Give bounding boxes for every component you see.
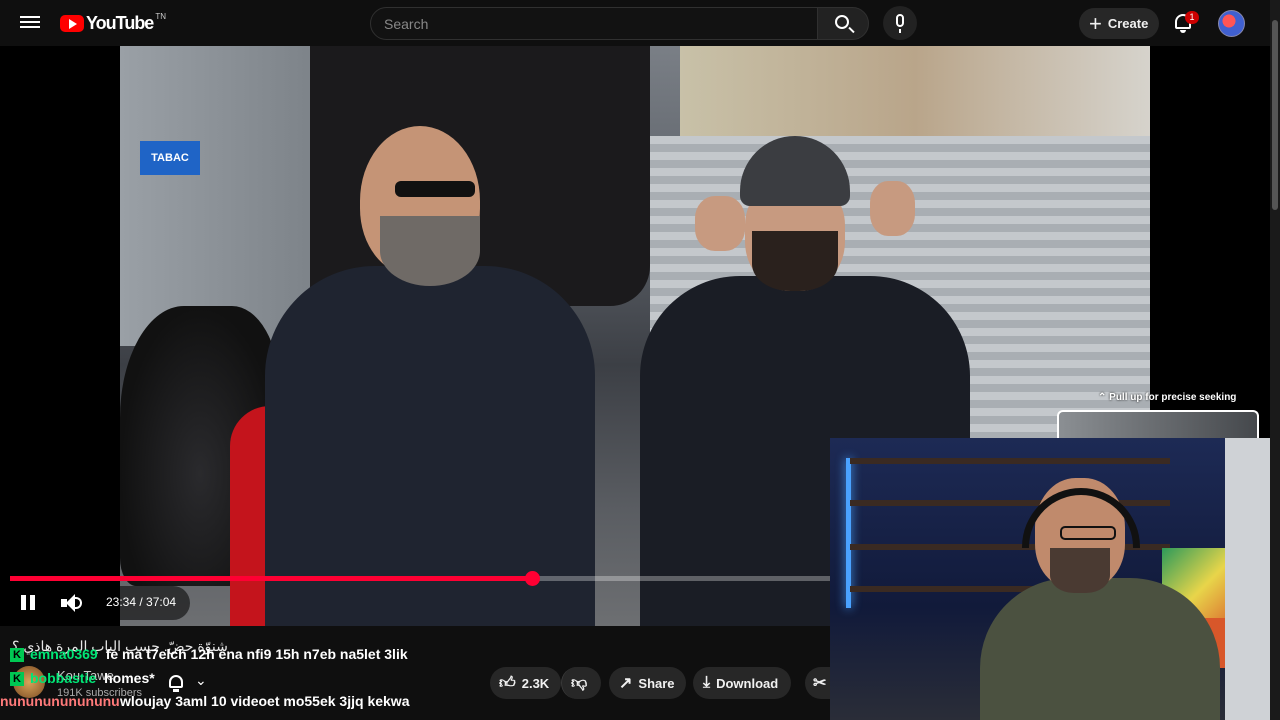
white-wall	[1225, 438, 1270, 720]
download-label: Download	[716, 675, 779, 691]
scissors-icon: ✂	[813, 675, 827, 692]
page-scrollbar[interactable]	[1270, 0, 1280, 720]
logo-region: TN	[155, 12, 166, 21]
top-bar: YouTube TN + Create 1	[0, 0, 1280, 46]
create-label: Create	[1107, 16, 1149, 31]
like-button[interactable]: 👍︎ 2.3K	[490, 667, 561, 699]
time-display: 23:34 / 37:04	[106, 595, 177, 609]
seek-thumbnail-preview	[1057, 410, 1259, 440]
notification-badge: 1	[1185, 11, 1199, 24]
search-box	[370, 7, 818, 40]
chat-text: wloujay 3aml 10 videoet mo55ek 3jjq kekw…	[120, 693, 410, 709]
ruined-wall	[680, 46, 1150, 146]
dislike-button[interactable]: 👎︎	[561, 667, 601, 699]
chat-username: bobbastie	[30, 670, 97, 686]
plus-icon: +	[1089, 10, 1102, 36]
menu-icon[interactable]	[20, 13, 40, 33]
chat-message: Kemna0369 fe ma t7elch 12h ena nfi9 15h n…	[10, 646, 408, 663]
volume-button[interactable]	[60, 593, 82, 613]
youtube-logo[interactable]: YouTube TN	[60, 12, 166, 34]
microphone-icon	[896, 14, 904, 27]
search-input[interactable]	[371, 8, 817, 39]
chat-badge-icon: K	[10, 672, 24, 687]
thumbs-up-icon: 👍︎	[499, 674, 516, 692]
chevron-down-icon[interactable]: ⌄	[195, 672, 207, 689]
spam-overlay-text: nununununununu	[0, 693, 120, 709]
share-button[interactable]: ↗ Share	[609, 667, 686, 699]
progress-played	[10, 576, 532, 581]
bell-icon	[169, 675, 183, 688]
chat-message: wloujay 3aml 10 videoet mo55ek 3jjq kekw…	[120, 693, 409, 709]
logo-word: YouTube	[86, 12, 154, 33]
create-button[interactable]: + Create	[1079, 8, 1159, 39]
chat-text: fe ma t7elch 12h ena nfi9 15h n7eb na5le…	[105, 646, 408, 662]
sunglasses-icon	[395, 181, 475, 197]
search-icon	[835, 15, 849, 29]
play-logo-icon	[60, 14, 84, 32]
chat-text: homes*	[104, 670, 155, 686]
account-avatar[interactable]	[1218, 10, 1245, 37]
precise-seeking-hint: ⌃ Pull up for precise seeking	[1098, 392, 1237, 403]
streamer-figure	[980, 478, 1220, 720]
like-count: 2.3K	[521, 675, 550, 691]
shelf	[850, 458, 1170, 464]
tabac-sign: TABAC	[140, 141, 200, 175]
pause-button[interactable]	[18, 593, 38, 613]
streamer-webcam	[830, 438, 1270, 720]
chat-badge-icon: K	[10, 648, 24, 663]
chat-message: Kbobbastie homes*	[10, 670, 155, 687]
chat-username: emna0369	[30, 646, 98, 662]
download-button[interactable]: ⤓ Download	[693, 667, 791, 699]
share-label: Share	[638, 675, 675, 691]
share-icon: ↗	[619, 675, 633, 692]
scrubber-handle[interactable]	[524, 571, 540, 586]
download-icon: ⤓	[703, 674, 711, 691]
progress-bar[interactable]	[10, 571, 830, 586]
search-button[interactable]	[817, 7, 869, 40]
bald-man-figure	[265, 126, 595, 626]
scrollbar-thumb[interactable]	[1272, 20, 1278, 210]
volume-icon	[74, 597, 82, 609]
voice-search-button[interactable]	[883, 6, 917, 40]
thumbs-down-icon: 👎︎	[571, 674, 588, 692]
clip-button[interactable]: ✂	[805, 667, 830, 699]
